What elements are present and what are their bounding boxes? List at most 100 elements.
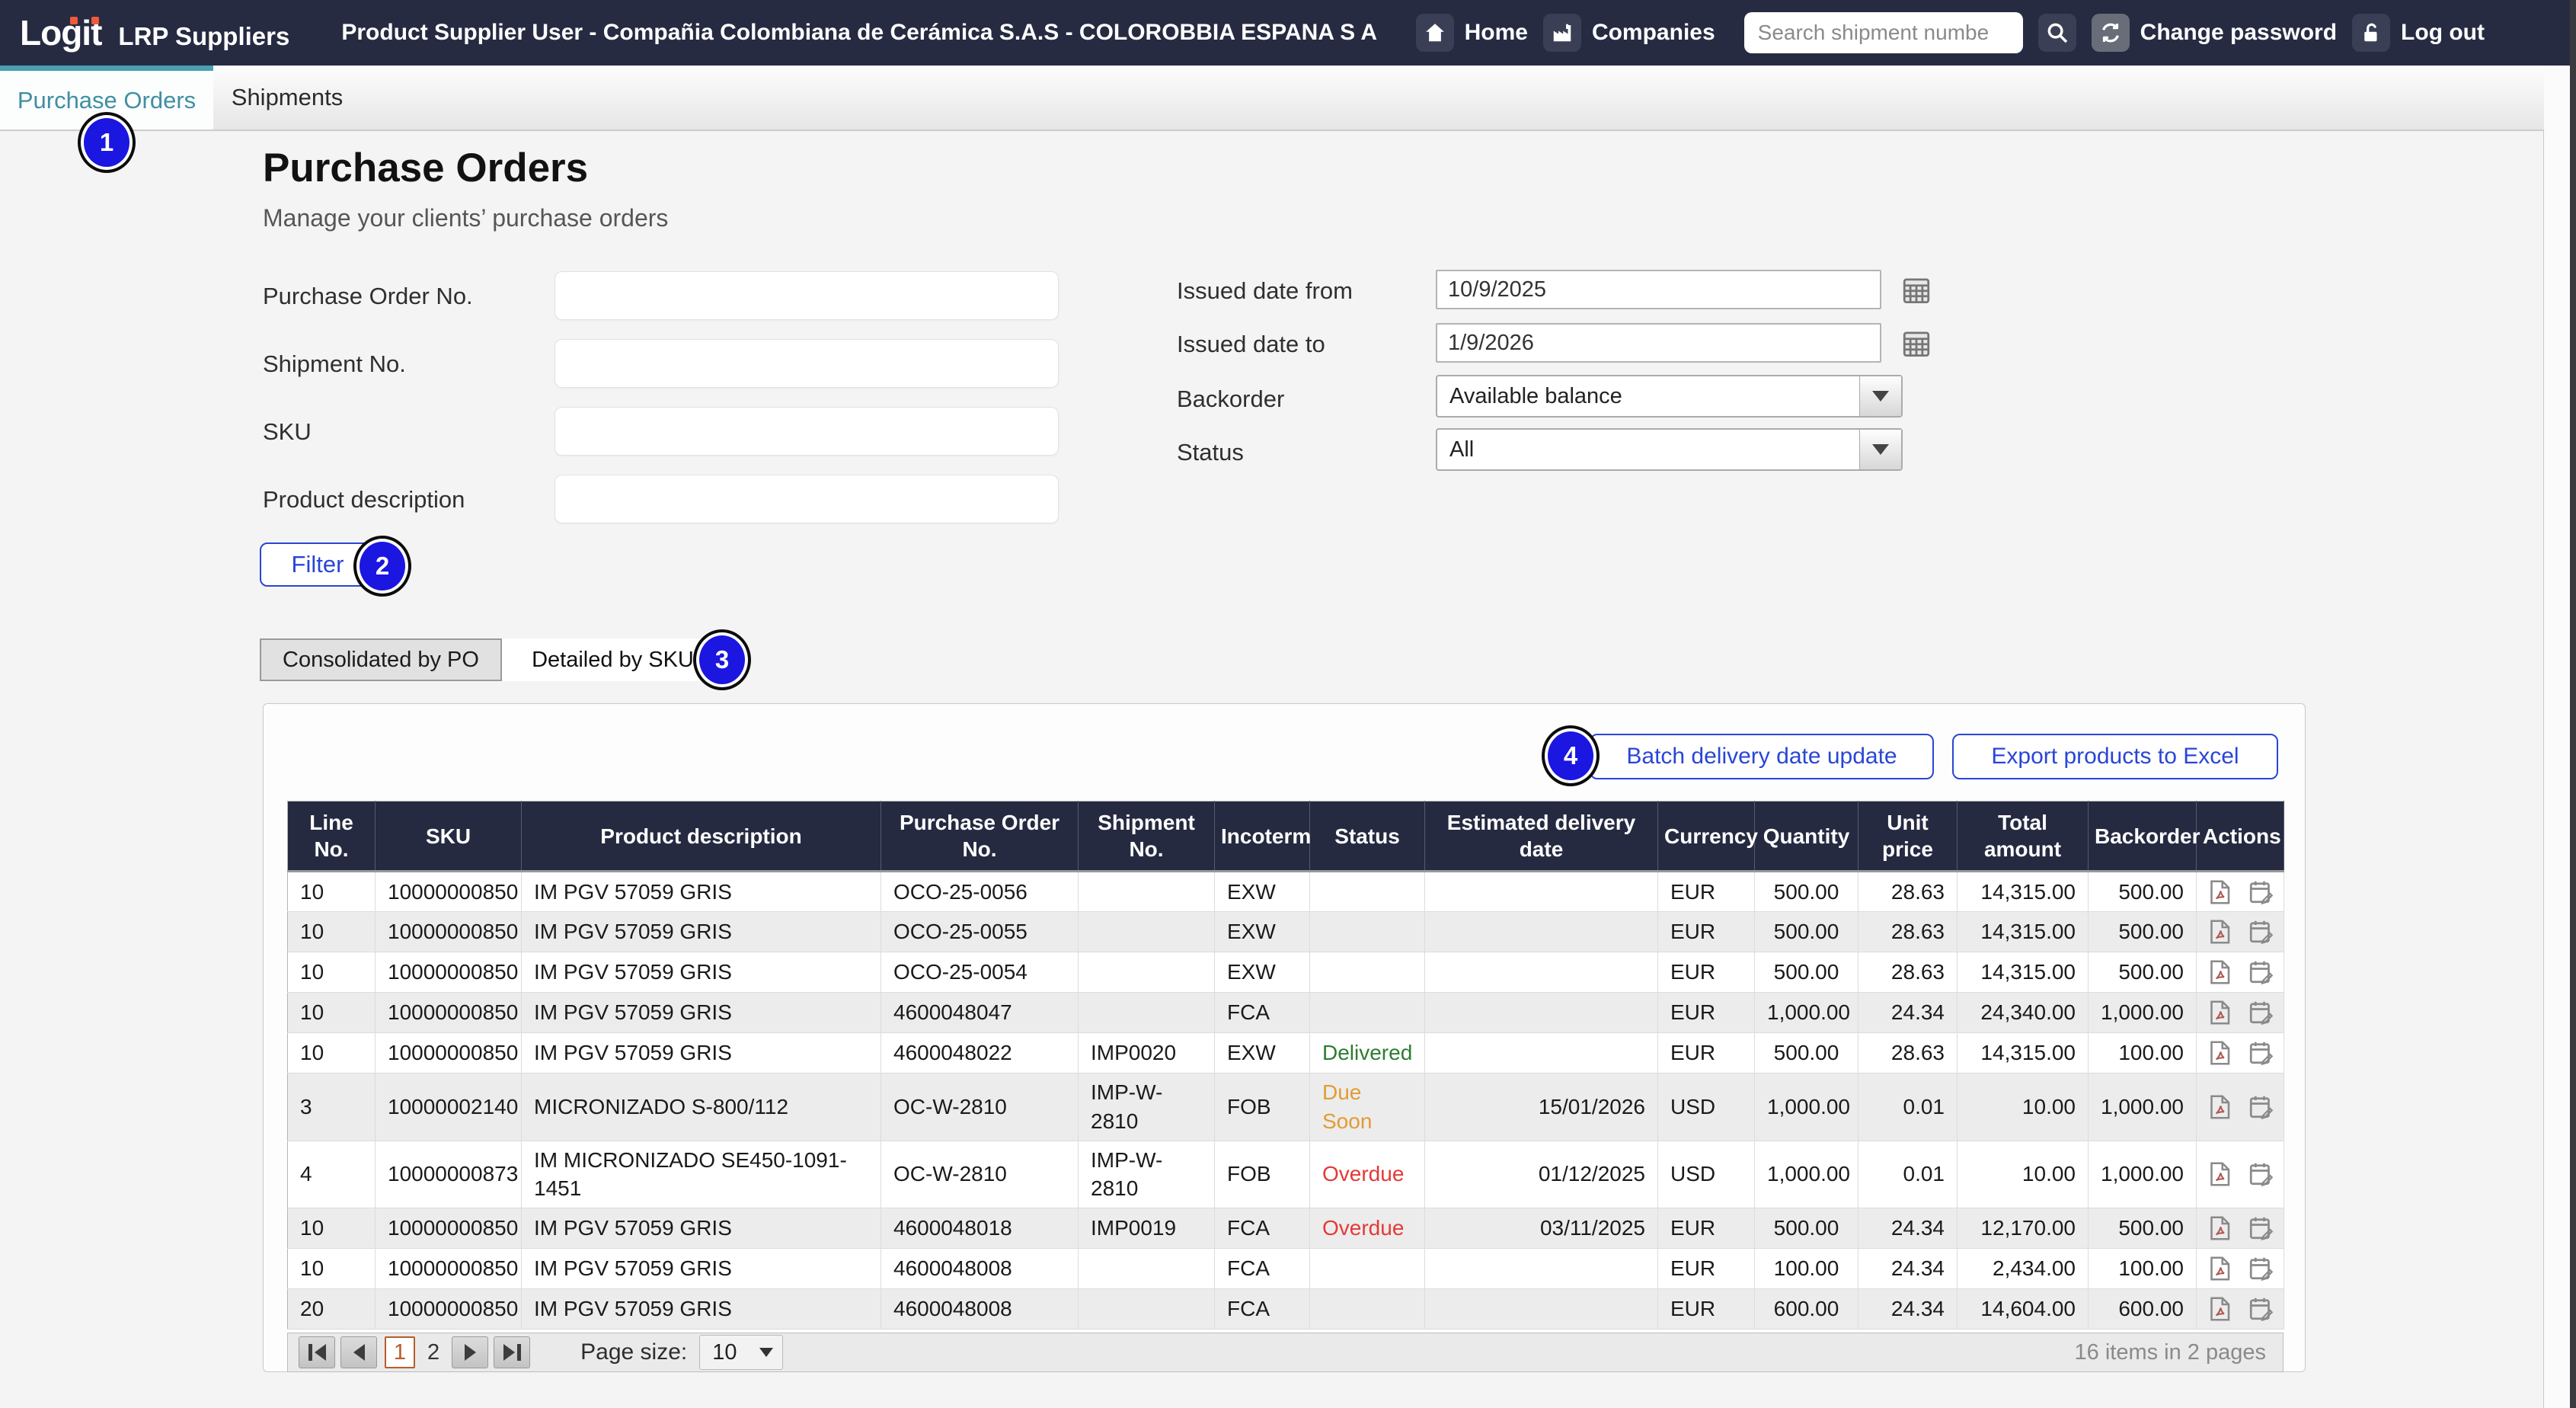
export-products-to-excel-button[interactable]: Export products to Excel bbox=[1952, 734, 2278, 779]
pdf-document-icon[interactable] bbox=[2206, 1093, 2233, 1121]
pdf-document-icon[interactable] bbox=[2206, 999, 2233, 1026]
pdf-document-icon[interactable] bbox=[2206, 958, 2233, 986]
cell-qty: 500.00 bbox=[1755, 1208, 1858, 1249]
cell-edd bbox=[1425, 1033, 1658, 1074]
cell-edd: 15/01/2026 bbox=[1425, 1074, 1658, 1141]
cell-desc: IM PGV 57059 GRIS bbox=[522, 912, 881, 952]
top-navbar: Logit LRP Suppliers Product Supplier Use… bbox=[0, 0, 2576, 66]
shipment-number-input[interactable] bbox=[555, 339, 1059, 388]
cell-line: 10 bbox=[288, 912, 376, 952]
issued-date-from-input[interactable] bbox=[1436, 270, 1881, 309]
edit-delivery-date-calendar-icon[interactable] bbox=[2247, 878, 2274, 906]
page-2-link[interactable]: 2 bbox=[427, 1340, 439, 1365]
issued-date-to-input[interactable] bbox=[1436, 323, 1881, 363]
issued-date-to-calendar-icon[interactable] bbox=[1898, 325, 1935, 361]
cell-backorder: 500.00 bbox=[2089, 952, 2197, 993]
nav-companies[interactable]: Companies bbox=[1543, 14, 1715, 52]
view-tab-consolidated-by-po[interactable]: Consolidated by PO bbox=[260, 638, 502, 681]
home-icon bbox=[1416, 14, 1454, 52]
pdf-document-icon[interactable] bbox=[2206, 1039, 2233, 1067]
cell-qty: 500.00 bbox=[1755, 912, 1858, 952]
cell-total: 14,315.00 bbox=[1958, 912, 2089, 952]
cell-sku: 10000002140 bbox=[376, 1074, 522, 1141]
status-select[interactable]: All bbox=[1436, 428, 1903, 471]
logout-lock-icon bbox=[2352, 14, 2390, 52]
backorder-label: Backorder bbox=[1177, 386, 1284, 413]
filter-button[interactable]: Filter bbox=[260, 542, 376, 587]
nav-home[interactable]: Home bbox=[1416, 14, 1528, 52]
cell-status bbox=[1310, 1249, 1425, 1289]
cell-sku: 10000000850 bbox=[376, 993, 522, 1033]
cell-incoterm: EXW bbox=[1215, 952, 1310, 993]
last-page-button[interactable] bbox=[494, 1336, 530, 1368]
column-header-line: Line No. bbox=[288, 802, 376, 872]
shipment-search-input[interactable] bbox=[1744, 12, 2023, 53]
first-page-button[interactable] bbox=[299, 1336, 335, 1368]
status-dropdown-arrow-icon[interactable] bbox=[1859, 430, 1901, 469]
purchase-orders-page: Logit LRP Suppliers Product Supplier Use… bbox=[0, 0, 2576, 1408]
nav-home-label: Home bbox=[1465, 20, 1528, 46]
cell-line: 4 bbox=[288, 1141, 376, 1208]
edit-delivery-date-calendar-icon[interactable] bbox=[2247, 1214, 2274, 1242]
next-page-button[interactable] bbox=[452, 1336, 488, 1368]
table-row: 310000002140MICRONIZADO S-800/112OC-W-28… bbox=[288, 1074, 2284, 1141]
product-description-label: Product description bbox=[263, 486, 465, 514]
status-selected-value: All bbox=[1437, 437, 1859, 462]
pdf-document-icon[interactable] bbox=[2206, 1214, 2233, 1242]
cell-actions bbox=[2197, 993, 2284, 1033]
edit-delivery-date-calendar-icon[interactable] bbox=[2247, 999, 2274, 1026]
view-tab-detailed-by-sku[interactable]: Detailed by SKU bbox=[502, 638, 724, 681]
edit-delivery-date-calendar-icon[interactable] bbox=[2247, 918, 2274, 946]
nav-logout[interactable]: Log out bbox=[2352, 14, 2485, 52]
cell-qty: 1,000.00 bbox=[1755, 993, 1858, 1033]
cell-currency: EUR bbox=[1658, 872, 1755, 912]
edit-delivery-date-calendar-icon[interactable] bbox=[2247, 1160, 2274, 1188]
backorder-selected-value: Available balance bbox=[1437, 384, 1859, 409]
edit-delivery-date-calendar-icon[interactable] bbox=[2247, 1255, 2274, 1282]
status-badge: Overdue bbox=[1322, 1216, 1404, 1240]
pdf-document-icon[interactable] bbox=[2206, 878, 2233, 906]
vertical-scrollbar[interactable] bbox=[2543, 66, 2570, 1408]
current-page-button[interactable]: 1 bbox=[385, 1336, 415, 1368]
po-number-input[interactable] bbox=[555, 271, 1059, 320]
column-header-desc: Product description bbox=[522, 802, 881, 872]
shipment-number-label: Shipment No. bbox=[263, 350, 406, 378]
cell-edd: 01/12/2025 bbox=[1425, 1141, 1658, 1208]
cell-line: 3 bbox=[288, 1074, 376, 1141]
prev-page-button[interactable] bbox=[340, 1336, 377, 1368]
backorder-select[interactable]: Available balance bbox=[1436, 375, 1903, 418]
pdf-document-icon[interactable] bbox=[2206, 1160, 2233, 1188]
tab-shipments[interactable]: Shipments bbox=[219, 66, 356, 130]
search-button[interactable] bbox=[2038, 14, 2076, 52]
cell-desc: MICRONIZADO S-800/112 bbox=[522, 1074, 881, 1141]
product-description-input[interactable] bbox=[555, 475, 1059, 523]
cell-unit: 28.63 bbox=[1858, 952, 1958, 993]
page-size-select[interactable]: 10 bbox=[699, 1335, 783, 1370]
cell-unit: 24.34 bbox=[1858, 1289, 1958, 1330]
cell-status: Due Soon bbox=[1310, 1074, 1425, 1141]
cell-actions bbox=[2197, 1074, 2284, 1141]
items-summary: 16 items in 2 pages bbox=[2075, 1340, 2266, 1365]
edit-delivery-date-calendar-icon[interactable] bbox=[2247, 1295, 2274, 1323]
cell-sku: 10000000850 bbox=[376, 1033, 522, 1074]
column-header-currency: Currency bbox=[1658, 802, 1755, 872]
pdf-document-icon[interactable] bbox=[2206, 1255, 2233, 1282]
cell-status bbox=[1310, 872, 1425, 912]
edit-delivery-date-calendar-icon[interactable] bbox=[2247, 1039, 2274, 1067]
cell-ship bbox=[1079, 993, 1215, 1033]
pdf-document-icon[interactable] bbox=[2206, 918, 2233, 946]
column-header-status: Status bbox=[1310, 802, 1425, 872]
cell-backorder: 500.00 bbox=[2089, 1208, 2197, 1249]
cell-po: 4600048047 bbox=[881, 993, 1079, 1033]
cell-sku: 10000000850 bbox=[376, 872, 522, 912]
pdf-document-icon[interactable] bbox=[2206, 1295, 2233, 1323]
edit-delivery-date-calendar-icon[interactable] bbox=[2247, 958, 2274, 986]
sku-input[interactable] bbox=[555, 407, 1059, 456]
logo-text: Logit bbox=[20, 13, 101, 53]
issued-date-from-calendar-icon[interactable] bbox=[1898, 271, 1935, 308]
backorder-dropdown-arrow-icon[interactable] bbox=[1859, 376, 1901, 416]
batch-delivery-date-update-button[interactable]: Batch delivery date update bbox=[1590, 734, 1934, 779]
nav-change-password[interactable]: Change password bbox=[2092, 14, 2337, 52]
cell-ship: IMP0020 bbox=[1079, 1033, 1215, 1074]
edit-delivery-date-calendar-icon[interactable] bbox=[2247, 1093, 2274, 1121]
